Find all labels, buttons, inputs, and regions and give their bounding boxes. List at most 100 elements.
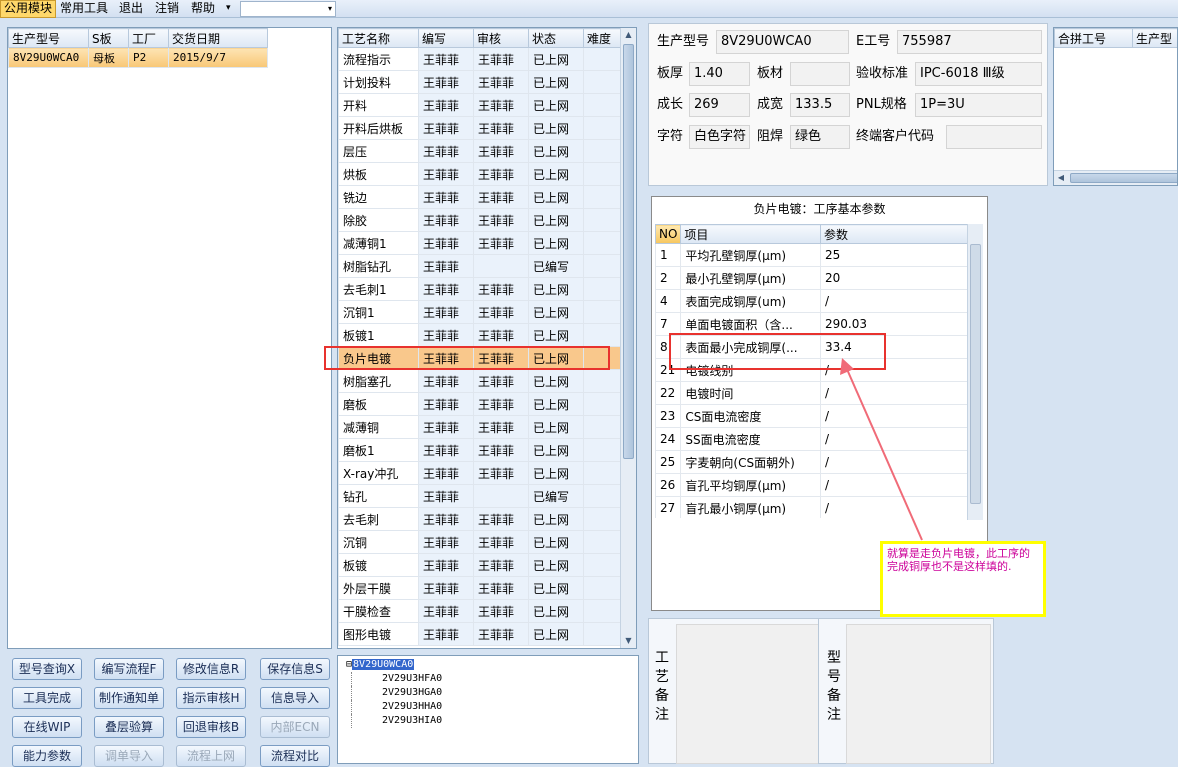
table-row[interactable]: 烘板王菲菲王菲菲已上网 — [339, 163, 621, 186]
cell-writer: 王菲菲 — [419, 94, 474, 117]
cell-reviewer: 王菲菲 — [474, 462, 529, 485]
col-status[interactable]: 状态 — [529, 29, 584, 48]
col-no[interactable]: NO — [656, 225, 681, 244]
save-info-button[interactable]: 保存信息S — [260, 658, 330, 680]
col-merge-no[interactable]: 合拼工号 — [1055, 29, 1133, 48]
width-field[interactable]: 133.5 — [790, 93, 850, 117]
write-flow-button[interactable]: 编写流程F — [94, 658, 164, 680]
menu-exit[interactable]: 退出 — [116, 0, 146, 18]
eno-field[interactable]: 755987 — [897, 30, 1042, 54]
table-row[interactable]: 干膜检查王菲菲王菲菲已上网 — [339, 600, 621, 623]
scroll-left-icon[interactable]: ◀ — [1054, 171, 1068, 185]
menu-combo-box[interactable]: ▾ — [240, 1, 336, 17]
char-field[interactable]: 白色字符 — [689, 125, 750, 149]
table-row[interactable]: 铣边王菲菲王菲菲已上网 — [339, 186, 621, 209]
model-remark-field[interactable] — [846, 624, 991, 764]
menu-public-modules[interactable]: 公用模块 — [0, 0, 56, 18]
table-row[interactable]: 磨板1王菲菲王菲菲已上网 — [339, 439, 621, 462]
table-row[interactable]: 图形电镀王菲菲王菲菲已上网 — [339, 623, 621, 646]
table-row[interactable]: 流程指示王菲菲王菲菲已上网 — [339, 48, 621, 71]
menu-overflow-icon[interactable]: ▾ — [223, 0, 234, 18]
table-row[interactable]: 1平均孔壁铜厚(μm)25 — [656, 244, 969, 267]
table-row[interactable]: 除胶王菲菲王菲菲已上网 — [339, 209, 621, 232]
table-row[interactable]: 计划投料王菲菲王菲菲已上网 — [339, 71, 621, 94]
table-row[interactable]: 层压王菲菲王菲菲已上网 — [339, 140, 621, 163]
col-factory[interactable]: 工厂 — [129, 29, 169, 48]
modify-info-button[interactable]: 修改信息R — [176, 658, 246, 680]
tree-node[interactable]: 2V29U3HFA0 — [351, 672, 638, 686]
cell-status: 已上网 — [529, 623, 584, 646]
scroll-thumb[interactable] — [623, 44, 634, 459]
table-row[interactable]: 沉铜王菲菲王菲菲已上网 — [339, 531, 621, 554]
material-field[interactable] — [790, 62, 850, 86]
table-row[interactable]: 4表面完成铜厚(um)/ — [656, 290, 969, 313]
tree-node[interactable]: 2V29U3HGA0 — [351, 686, 638, 700]
menu-help[interactable]: 帮助 — [188, 0, 218, 18]
table-row[interactable]: 2最小孔壁铜厚(μm)20 — [656, 267, 969, 290]
tool-complete-button[interactable]: 工具完成 — [12, 687, 82, 709]
cell-status: 已上网 — [529, 71, 584, 94]
tree-node[interactable]: 2V29U3HHA0 — [351, 700, 638, 714]
col-merge-model[interactable]: 生产型 — [1133, 29, 1178, 48]
tree-node[interactable]: 2V29U3HIA0 — [351, 714, 638, 728]
scroll-up-icon[interactable]: ▲ — [621, 28, 636, 42]
stackup-check-button[interactable]: 叠层验算 — [94, 716, 164, 738]
table-row[interactable]: 去毛刺王菲菲王菲菲已上网 — [339, 508, 621, 531]
info-import-button[interactable]: 信息导入 — [260, 687, 330, 709]
params-scrollbar[interactable] — [967, 224, 983, 520]
customer-code-field[interactable] — [946, 125, 1042, 149]
table-row[interactable]: 树脂钻孔王菲菲已编写 — [339, 255, 621, 278]
menu-common-tools[interactable]: 常用工具 — [57, 0, 111, 18]
pnl-field[interactable]: 1P=3U — [915, 93, 1042, 117]
merge-hscrollbar[interactable]: ◀ — [1054, 170, 1178, 185]
table-row[interactable]: 板镀1王菲菲王菲菲已上网 — [339, 324, 621, 347]
col-model[interactable]: 生产型号 — [9, 29, 89, 48]
model-query-button[interactable]: 型号查询X — [12, 658, 82, 680]
scroll-down-icon[interactable]: ▼ — [621, 634, 636, 648]
table-row[interactable]: 开料后烘板王菲菲王菲菲已上网 — [339, 117, 621, 140]
scroll-thumb[interactable] — [970, 244, 981, 504]
cell-difficulty — [584, 324, 621, 347]
cell-status: 已上网 — [529, 117, 584, 140]
cell-process-name: 减薄铜 — [339, 416, 419, 439]
thickness-field[interactable]: 1.40 — [689, 62, 750, 86]
review-rollback-button[interactable]: 回退审核B — [176, 716, 246, 738]
make-notice-button[interactable]: 制作通知单 — [94, 687, 164, 709]
mask-field[interactable]: 绿色 — [790, 125, 850, 149]
table-row[interactable]: 钻孔王菲菲已编写 — [339, 485, 621, 508]
table-row[interactable]: 外层干膜王菲菲王菲菲已上网 — [339, 577, 621, 600]
table-row[interactable]: 沉铜1王菲菲王菲菲已上网 — [339, 301, 621, 324]
instruction-review-button[interactable]: 指示审核H — [176, 687, 246, 709]
process-remark-panel: 工艺备注 — [648, 618, 824, 764]
table-row[interactable]: 去毛刺1王菲菲王菲菲已上网 — [339, 278, 621, 301]
table-row[interactable]: X-ray冲孔王菲菲王菲菲已上网 — [339, 462, 621, 485]
scroll-thumb[interactable] — [1070, 173, 1178, 183]
col-difficulty[interactable]: 难度 — [584, 29, 621, 48]
col-item[interactable]: 项目 — [681, 225, 821, 244]
standard-field[interactable]: IPC-6018 Ⅲ级 — [915, 62, 1042, 86]
table-row[interactable]: 减薄铜王菲菲王菲菲已上网 — [339, 416, 621, 439]
col-delivery-date[interactable]: 交货日期 — [169, 29, 268, 48]
table-row[interactable]: 开料王菲菲王菲菲已上网 — [339, 94, 621, 117]
length-field[interactable]: 269 — [689, 93, 750, 117]
table-row[interactable]: 8V29U0WCA0 母板 P2 2015/9/7 — [9, 48, 268, 68]
internal-ecn-button[interactable]: 内部ECN — [260, 716, 330, 738]
table-row[interactable]: 板镀王菲菲王菲菲已上网 — [339, 554, 621, 577]
model-field[interactable]: 8V29U0WCA0 — [716, 30, 849, 54]
process-remark-field[interactable] — [676, 624, 821, 764]
online-wip-button[interactable]: 在线WIP — [12, 716, 82, 738]
col-param[interactable]: 参数 — [821, 225, 968, 244]
cell-reviewer: 王菲菲 — [474, 140, 529, 163]
process-scrollbar[interactable]: ▲ ▼ — [620, 28, 636, 648]
col-writer[interactable]: 编写 — [419, 29, 474, 48]
col-process-name[interactable]: 工艺名称 — [339, 29, 419, 48]
menu-logout[interactable]: 注销 — [152, 0, 182, 18]
table-row[interactable]: 树脂塞孔王菲菲王菲菲已上网 — [339, 370, 621, 393]
table-row[interactable]: 磨板王菲菲王菲菲已上网 — [339, 393, 621, 416]
cell-status: 已上网 — [529, 508, 584, 531]
table-row[interactable]: 减薄铜1王菲菲王菲菲已上网 — [339, 232, 621, 255]
cell-item: 盲孔平均铜厚(μm) — [681, 474, 821, 497]
col-reviewer[interactable]: 审核 — [474, 29, 529, 48]
tree-root[interactable]: ⊟8V29U0WCA0 — [346, 658, 638, 672]
col-s-board[interactable]: S板 — [89, 29, 129, 48]
